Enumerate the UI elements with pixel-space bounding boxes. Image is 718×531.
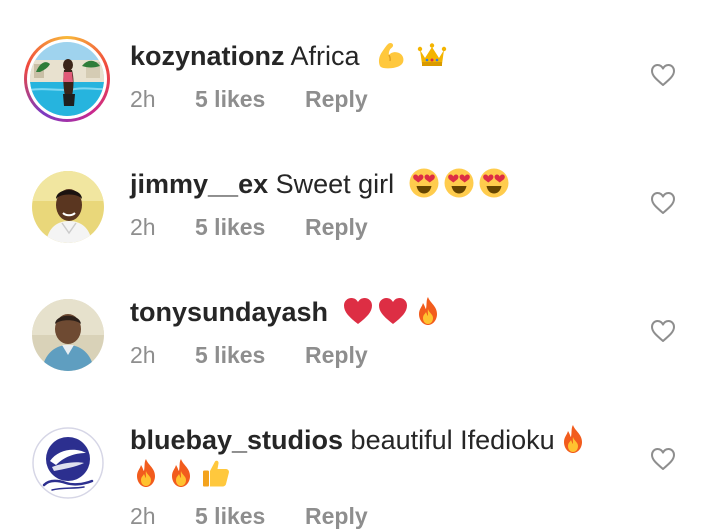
reply-button[interactable]: Reply — [305, 340, 368, 370]
comment-username[interactable]: jimmy__ex — [130, 169, 268, 199]
comment-username[interactable]: kozynationz — [130, 41, 285, 71]
comment-meta: 2h 5 likes Reply — [130, 212, 368, 242]
comment-likes-count[interactable]: 5 likes — [195, 501, 305, 531]
comment-meta: 2h 5 likes Reply — [130, 84, 368, 114]
reply-button[interactable]: Reply — [305, 84, 368, 114]
comment-likes-count[interactable]: 5 likes — [195, 340, 305, 370]
reply-button[interactable]: Reply — [305, 212, 368, 242]
comment-item: bluebay_studios beautiful Ifedioku 2h 5 l… — [0, 386, 718, 531]
comment-item: kozynationz Africa 2h 5 likes Reply — [0, 0, 718, 130]
heart-eyes-icon — [478, 167, 510, 199]
comment-text-line: kozynationz Africa — [130, 39, 451, 73]
reply-button[interactable]: Reply — [305, 501, 368, 531]
flexed-biceps-icon — [375, 39, 407, 71]
red-heart-icon — [377, 295, 409, 327]
comment-likes-count[interactable]: 5 likes — [195, 84, 305, 114]
fire-icon — [557, 423, 589, 455]
comment-meta: 2h 5 likes Reply — [130, 340, 368, 370]
comment-timestamp: 2h — [130, 503, 156, 529]
comment-text: Africa — [284, 41, 360, 71]
comment-timestamp: 2h — [130, 86, 156, 112]
avatar[interactable] — [32, 171, 104, 243]
comment-meta: 2h 5 likes Reply — [130, 501, 368, 531]
heart-eyes-icon — [443, 167, 475, 199]
comment-text: beautiful Ifedioku — [343, 425, 555, 455]
avatar-photo — [30, 42, 104, 116]
fire-icon — [130, 457, 162, 489]
thumbs-up-icon — [200, 457, 232, 489]
comment-text-line: bluebay_studios beautiful Ifedioku — [130, 423, 592, 457]
crown-icon — [416, 39, 448, 71]
comment-text: Sweet girl — [268, 169, 395, 199]
comment-text-line-2 — [130, 457, 235, 491]
comment-text-line: tonysundayash — [130, 295, 447, 329]
comment-username[interactable]: bluebay_studios — [130, 425, 343, 455]
like-heart-icon[interactable] — [650, 63, 676, 87]
like-heart-icon[interactable] — [650, 319, 676, 343]
avatar-story-ring[interactable] — [24, 36, 110, 122]
heart-eyes-icon — [408, 167, 440, 199]
comment-text-line: jimmy__ex Sweet girl — [130, 167, 513, 201]
comment-likes-count[interactable]: 5 likes — [195, 212, 305, 242]
comment-timestamp: 2h — [130, 342, 156, 368]
comment-item: jimmy__ex Sweet girl 2h 5 likes Reply — [0, 130, 718, 258]
avatar[interactable] — [32, 299, 104, 371]
like-heart-icon[interactable] — [650, 191, 676, 215]
fire-icon — [165, 457, 197, 489]
comment-username[interactable]: tonysundayash — [130, 297, 328, 327]
fire-icon — [412, 295, 444, 327]
avatar-logo[interactable] — [32, 427, 104, 499]
like-heart-icon[interactable] — [650, 447, 676, 471]
red-heart-icon — [342, 295, 374, 327]
comment-item: tonysundayash 2h 5 likes Reply — [0, 258, 718, 386]
comment-timestamp: 2h — [130, 214, 156, 240]
